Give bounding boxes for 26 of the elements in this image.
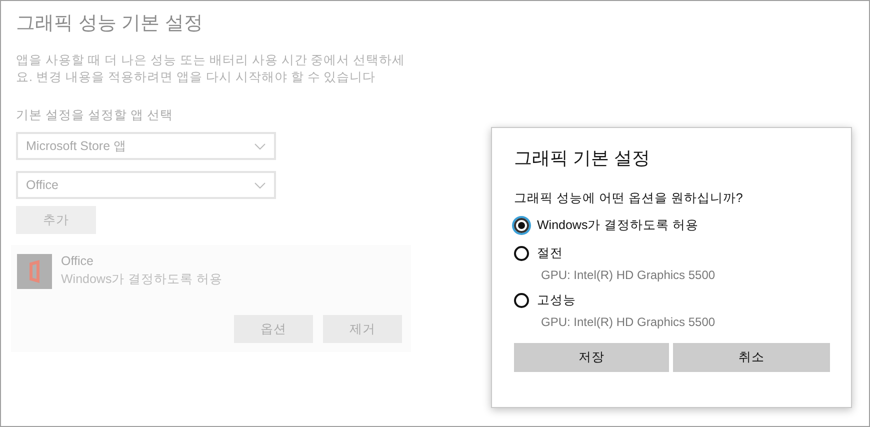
question-text: 그래픽 성능에 어떤 옵션을 원하십니까? bbox=[514, 190, 744, 207]
description-text: 앱을 사용할 때 더 나은 성능 또는 배터리 사용 시간 중에서 선택하세요. 변경 내용을 적용하려면 앱을 다시 시작해야 할 수 있습니다 bbox=[16, 52, 406, 86]
dialog-button[interactable]: 취소 bbox=[672, 343, 830, 372]
app-name: Office bbox=[61, 254, 94, 268]
radio-button[interactable] bbox=[514, 246, 529, 260]
option-label: Windows가 결정하도록 허용 bbox=[537, 216, 699, 234]
dialog-button[interactable]: 저장 bbox=[514, 343, 668, 372]
option-label: 절전 bbox=[537, 244, 563, 262]
app-action-button[interactable]: 제거 bbox=[323, 315, 402, 343]
chevron-icon bbox=[254, 182, 266, 188]
app-icon bbox=[17, 254, 52, 289]
radio-button[interactable] bbox=[514, 218, 529, 232]
dialog-title: 그래픽 기본 설정 bbox=[514, 147, 652, 170]
app-action-button[interactable]: 옵션 bbox=[234, 315, 313, 343]
add-button[interactable]: 추가 bbox=[16, 206, 96, 234]
page-title: 그래픽 성능 기본 설정 bbox=[16, 12, 203, 36]
chevron-icon bbox=[254, 142, 266, 150]
dropdown[interactable]: Microsoft Store 앱 bbox=[16, 132, 276, 160]
app-setting: Windows가 결정하도록 허용 bbox=[61, 271, 223, 288]
dropdown[interactable]: Office bbox=[16, 171, 276, 199]
radio-button[interactable] bbox=[514, 292, 529, 308]
option-detail: GPU: Intel(R) HD Graphics 5500 bbox=[541, 315, 716, 329]
select-label: 기본 설정을 설정할 앱 선택 bbox=[16, 107, 173, 124]
option-detail: GPU: Intel(R) HD Graphics 5500 bbox=[541, 268, 716, 282]
app-card[interactable]: Office Windows가 결정하도록 허용 옵션 제거 bbox=[11, 245, 411, 352]
option-label: 고성능 bbox=[537, 292, 576, 308]
